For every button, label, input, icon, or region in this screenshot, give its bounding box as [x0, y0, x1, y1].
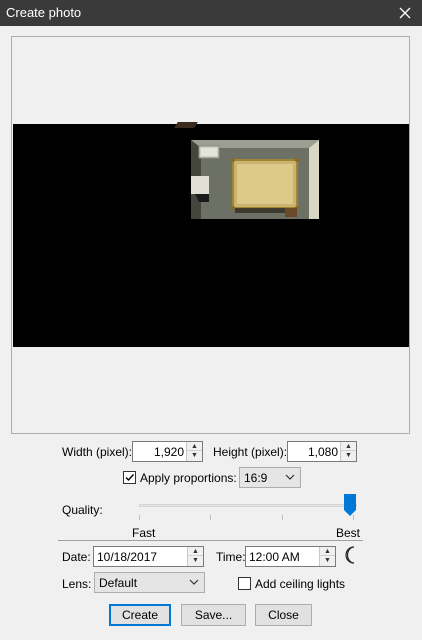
ceiling-lights-label[interactable]: Add ceiling lights	[255, 577, 345, 591]
close-button[interactable]: Close	[255, 604, 312, 626]
quality-tick	[282, 515, 283, 520]
save-button-label: Save...	[194, 608, 233, 622]
quality-tick	[139, 515, 140, 520]
title-bar: Create photo	[0, 0, 422, 26]
apply-proportions-checkbox[interactable]	[123, 471, 136, 484]
create-button-label: Create	[121, 608, 159, 622]
height-label: Height (pixel):	[213, 445, 288, 459]
lens-value: Default	[99, 576, 138, 590]
rendered-photo	[13, 122, 409, 347]
quality-slider-thumb[interactable]	[344, 494, 356, 516]
time-label: Time:	[216, 550, 246, 564]
lens-label: Lens:	[62, 577, 92, 591]
time-value[interactable]: 12:00 AM	[249, 550, 300, 564]
time-up-arrow-icon[interactable]: ▲	[320, 547, 335, 556]
ceiling-beam	[174, 122, 198, 128]
quality-max-label: Best	[336, 526, 361, 540]
time-down-arrow-icon[interactable]: ▼	[320, 556, 335, 565]
quality-tick	[210, 515, 211, 520]
create-button[interactable]: Create	[109, 604, 171, 626]
date-up-arrow-icon[interactable]: ▲	[188, 547, 203, 556]
close-button-label: Close	[268, 608, 299, 622]
height-down-arrow-icon[interactable]: ▼	[341, 451, 356, 460]
moon-icon	[345, 546, 355, 564]
room-render	[191, 140, 319, 219]
save-button[interactable]: Save...	[181, 604, 246, 626]
width-down-arrow-icon[interactable]: ▼	[187, 451, 202, 460]
width-spinbox[interactable]: 1,920 ▲ ▼	[132, 441, 203, 462]
window-title: Create photo	[6, 5, 82, 20]
lens-dropdown[interactable]: Default	[94, 572, 205, 593]
separator	[58, 540, 363, 541]
height-up-arrow-icon[interactable]: ▲	[341, 442, 356, 451]
proportion-value: 16:9	[244, 471, 268, 485]
width-label: Width (pixel):	[62, 445, 133, 459]
date-label: Date:	[62, 550, 91, 564]
chevron-down-icon	[189, 579, 199, 585]
quality-slider-track[interactable]	[139, 504, 357, 507]
height-spinbox[interactable]: 1,080 ▲ ▼	[287, 441, 357, 462]
proportion-dropdown[interactable]: 16:9	[239, 467, 301, 488]
chevron-down-icon	[285, 474, 295, 480]
close-icon[interactable]	[388, 0, 422, 26]
apply-proportions-label[interactable]: Apply proportions:	[140, 471, 237, 485]
ceiling-lights-checkbox[interactable]	[238, 577, 251, 590]
date-value[interactable]: 10/18/2017	[97, 550, 157, 564]
checkmark-icon	[125, 474, 135, 482]
date-down-arrow-icon[interactable]: ▼	[188, 556, 203, 565]
date-spinbox[interactable]: 10/18/2017 ▲ ▼	[93, 546, 204, 567]
width-up-arrow-icon[interactable]: ▲	[187, 442, 202, 451]
quality-tick	[353, 515, 354, 520]
photo-preview	[11, 36, 410, 434]
quality-min-label: Fast	[132, 526, 156, 540]
time-spinbox[interactable]: 12:00 AM ▲ ▼	[245, 546, 336, 567]
quality-label: Quality:	[62, 503, 103, 517]
height-value[interactable]: 1,080	[308, 445, 338, 459]
width-value[interactable]: 1,920	[154, 445, 184, 459]
